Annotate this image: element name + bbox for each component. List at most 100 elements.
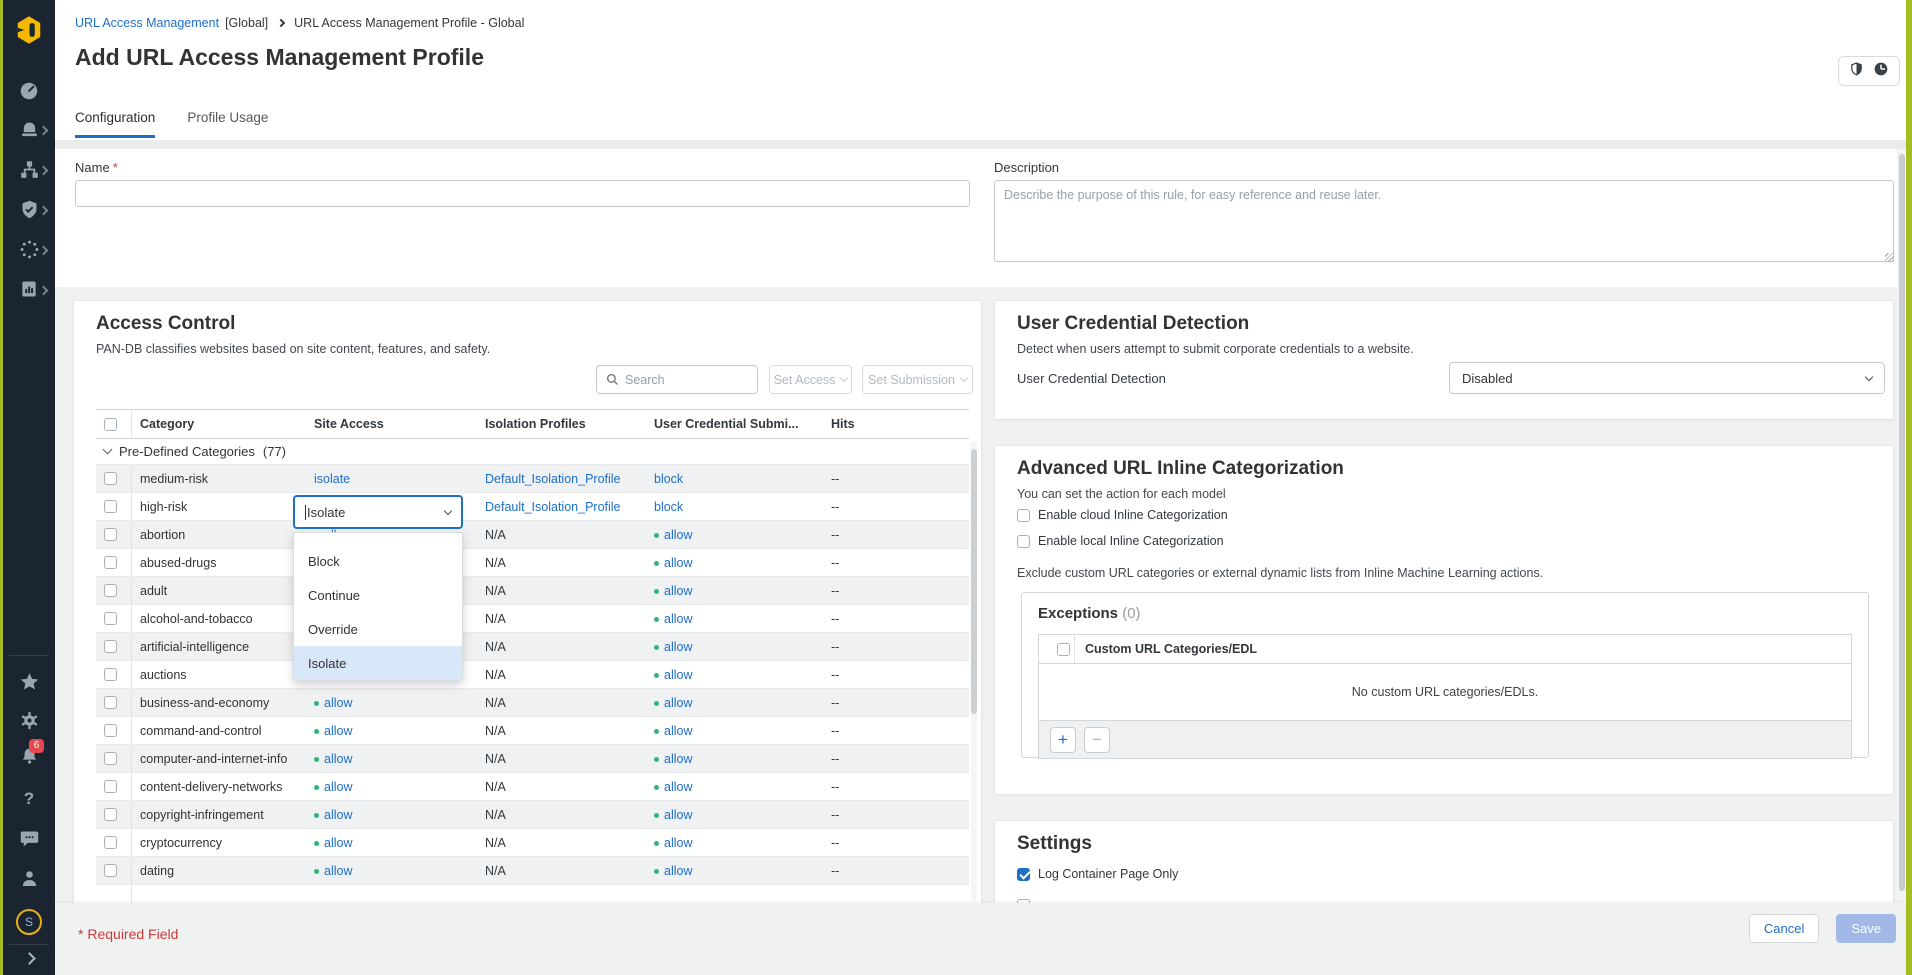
- exceptions-select-all-checkbox[interactable]: [1057, 643, 1070, 656]
- row-checkbox[interactable]: [104, 808, 117, 821]
- table-row[interactable]: auctionsallowN/Aallow--: [96, 661, 969, 689]
- user-credential-value[interactable]: allow: [654, 864, 693, 878]
- site-access-value[interactable]: allow: [314, 836, 353, 850]
- enable-cloud-inline-checkbox[interactable]: [1017, 509, 1030, 522]
- row-checkbox[interactable]: [104, 556, 117, 569]
- history-clock-icon[interactable]: [1873, 61, 1889, 82]
- tab-profile-usage[interactable]: Profile Usage: [187, 110, 268, 138]
- ucd-select[interactable]: Disabled: [1449, 362, 1885, 394]
- settings-gear-icon[interactable]: [3, 710, 55, 731]
- dropdown-option[interactable]: Override: [294, 612, 462, 646]
- description-field[interactable]: [994, 180, 1894, 262]
- user-credential-value[interactable]: allow: [654, 584, 693, 598]
- app-logo-icon[interactable]: [3, 14, 55, 46]
- table-row[interactable]: cryptocurrencyallowN/Aallow--: [96, 829, 969, 857]
- table-row[interactable]: high-riskDefault_Isolation_Profileblock-…: [96, 493, 969, 521]
- table-row[interactable]: command-and-controlallowN/Aallow--: [96, 717, 969, 745]
- name-field[interactable]: [75, 180, 970, 207]
- table-row[interactable]: medium-riskisolateDefault_Isolation_Prof…: [96, 465, 969, 493]
- table-row[interactable]: business-and-economyallowN/Aallow--: [96, 689, 969, 717]
- table-row[interactable]: content-delivery-networksallowN/Aallow--: [96, 773, 969, 801]
- user-credential-value[interactable]: allow: [654, 668, 693, 682]
- row-checkbox[interactable]: [104, 612, 117, 625]
- select-all-checkbox[interactable]: [104, 418, 117, 431]
- notifications-bell-icon[interactable]: 6: [3, 746, 55, 767]
- user-credential-value[interactable]: allow: [654, 556, 693, 570]
- breadcrumb-link[interactable]: URL Access Management: [75, 16, 219, 30]
- dashboard-icon[interactable]: [3, 80, 55, 102]
- cancel-button[interactable]: Cancel: [1749, 914, 1819, 943]
- tab-configuration[interactable]: Configuration: [75, 110, 155, 138]
- dropdown-option[interactable]: Block: [294, 544, 462, 578]
- site-access-value[interactable]: allow: [314, 808, 353, 822]
- user-icon[interactable]: [3, 868, 55, 889]
- table-scrollbar-thumb[interactable]: [971, 449, 977, 714]
- favorites-star-icon[interactable]: [3, 671, 55, 692]
- user-credential-value[interactable]: allow: [654, 528, 693, 542]
- table-row[interactable]: copyright-infringementallowN/Aallow--: [96, 801, 969, 829]
- row-checkbox[interactable]: [104, 668, 117, 681]
- table-row[interactable]: datingallowN/Aallow--: [96, 857, 969, 885]
- user-credential-value[interactable]: allow: [654, 752, 693, 766]
- row-checkbox[interactable]: [104, 472, 117, 485]
- ucd-title: User Credential Detection: [1017, 313, 1249, 335]
- row-checkbox[interactable]: [104, 864, 117, 877]
- row-checkbox[interactable]: [104, 640, 117, 653]
- user-credential-value[interactable]: allow: [654, 612, 693, 626]
- log-container-checkbox[interactable]: [1017, 868, 1030, 881]
- site-access-value[interactable]: allow: [314, 724, 353, 738]
- user-credential-value[interactable]: allow: [654, 780, 693, 794]
- enable-local-inline-checkbox[interactable]: [1017, 535, 1030, 548]
- table-row[interactable]: abused-drugsallowN/Aallow--: [96, 549, 969, 577]
- site-access-value[interactable]: allow: [314, 864, 353, 878]
- site-access-value[interactable]: allow: [314, 752, 353, 766]
- table-row[interactable]: computer-and-internet-infoallowN/Aallow-…: [96, 745, 969, 773]
- row-checkbox[interactable]: [104, 696, 117, 709]
- row-checkbox[interactable]: [104, 584, 117, 597]
- site-access-value[interactable]: allow: [314, 696, 353, 710]
- user-credential-value[interactable]: allow: [654, 640, 693, 654]
- site-access-combobox[interactable]: Isolate: [293, 495, 463, 529]
- site-access-value[interactable]: isolate: [314, 472, 350, 486]
- row-checkbox[interactable]: [104, 500, 117, 513]
- table-row[interactable]: adultallowN/Aallow--: [96, 577, 969, 605]
- user-credential-value[interactable]: block: [654, 472, 683, 486]
- dropdown-option[interactable]: Isolate: [294, 646, 462, 680]
- user-credential-value[interactable]: allow: [654, 696, 693, 710]
- user-credential-value[interactable]: allow: [654, 808, 693, 822]
- user-credential-value[interactable]: allow: [654, 724, 693, 738]
- dropdown-option[interactable]: Continue: [294, 578, 462, 612]
- dropdown-option-clipped[interactable]: Allow: [294, 533, 462, 544]
- remove-exception-button[interactable]: −: [1084, 727, 1110, 753]
- save-button[interactable]: Save: [1836, 914, 1896, 943]
- set-submission-dropdown[interactable]: Set Submission: [862, 365, 973, 394]
- add-exception-button[interactable]: +: [1050, 727, 1076, 753]
- user-credential-detection-card: User Credential Detection Detect when us…: [994, 300, 1894, 420]
- row-checkbox[interactable]: [104, 528, 117, 541]
- help-icon[interactable]: ?: [3, 789, 55, 809]
- text-cursor: [305, 505, 306, 520]
- set-access-dropdown[interactable]: Set Access: [769, 365, 852, 394]
- shield-toggle-icon[interactable]: [1849, 61, 1864, 82]
- row-checkbox[interactable]: [104, 724, 117, 737]
- user-credential-value[interactable]: allow: [654, 836, 693, 850]
- isolation-profile-value[interactable]: Default_Isolation_Profile: [485, 472, 621, 486]
- row-checkbox[interactable]: [104, 780, 117, 793]
- category-group-row[interactable]: Pre-Defined Categories(77): [96, 439, 969, 465]
- site-access-value[interactable]: allow: [314, 780, 353, 794]
- avatar[interactable]: S: [3, 909, 55, 935]
- sidebar-collapse-chevron-icon[interactable]: [3, 954, 55, 963]
- table-row[interactable]: [96, 885, 969, 904]
- chat-icon[interactable]: [3, 828, 55, 849]
- row-checkbox[interactable]: [104, 836, 117, 849]
- search-input[interactable]: [625, 373, 757, 387]
- row-checkbox[interactable]: [104, 752, 117, 765]
- isolation-profile-value[interactable]: Default_Isolation_Profile: [485, 500, 621, 514]
- table-row[interactable]: artificial-intelligenceallowN/Aallow--: [96, 633, 969, 661]
- user-credential-value[interactable]: block: [654, 500, 683, 514]
- exceptions-column-header: Custom URL Categories/EDL: [1085, 642, 1257, 656]
- table-row[interactable]: abortionallowN/Aallow--: [96, 521, 969, 549]
- textarea-resize-handle[interactable]: [1885, 253, 1894, 262]
- page-scrollbar-thumb[interactable]: [1899, 154, 1905, 891]
- table-row[interactable]: alcohol-and-tobaccoallowN/Aallow--: [96, 605, 969, 633]
